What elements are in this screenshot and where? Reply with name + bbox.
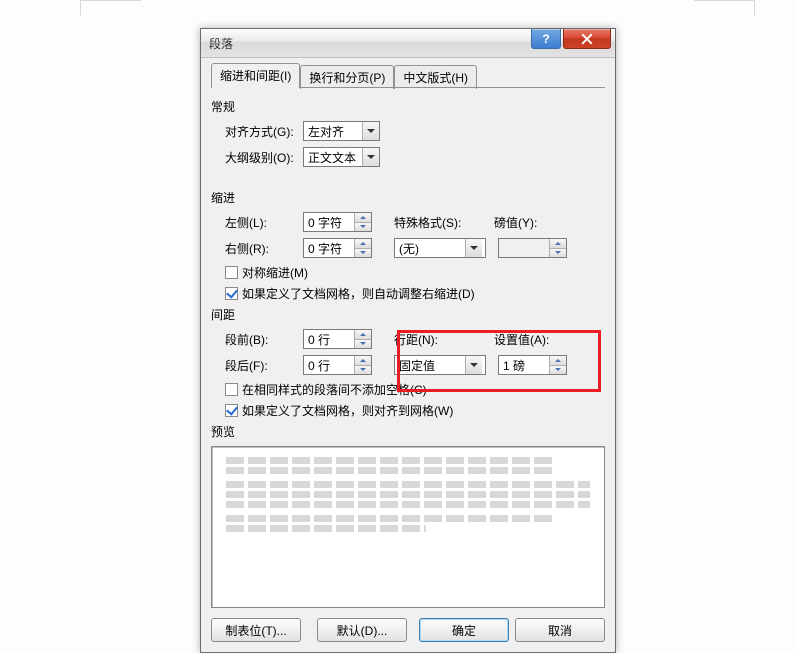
dialog-title: 段落 [209, 35, 233, 52]
chevron-down-icon [465, 356, 482, 374]
snap-to-grid-label: 如果定义了文档网格，则对齐到网格(W) [242, 402, 453, 419]
space-before-label: 段前(B): [225, 331, 303, 348]
close-icon [581, 33, 593, 45]
help-button[interactable]: ? [531, 29, 561, 49]
tab-line-page-breaks[interactable]: 换行和分页(P) [300, 65, 394, 89]
outline-level-label: 大纲级别(O): [225, 149, 303, 166]
tabstrip: 缩进和间距(I) 换行和分页(P) 中文版式(H) [211, 66, 605, 88]
no-space-same-style-label: 在相同样式的段落间不添加空格(C) [242, 381, 427, 398]
set-value-label: 设置值(A): [494, 331, 549, 348]
auto-adjust-right-indent-label: 如果定义了文档网格，则自动调整右缩进(D) [242, 285, 475, 302]
outline-level-combo[interactable]: 正文文本 [303, 147, 380, 167]
snap-to-grid-checkbox[interactable] [225, 404, 238, 417]
pounds-spin[interactable] [498, 238, 567, 258]
paragraph-dialog: 段落 ? 缩进和间距(I) 换行和分页(P) 中文版式(H) 常规 对齐方式(G… [200, 28, 616, 653]
space-after-spin[interactable]: 0 行 [303, 355, 372, 375]
tab-asian-typography[interactable]: 中文版式(H) [394, 65, 477, 89]
set-value-spin[interactable]: 1 磅 [498, 355, 567, 375]
section-indent: 缩进 [211, 189, 605, 206]
tab-indent-spacing[interactable]: 缩进和间距(I) [211, 63, 300, 88]
indent-left-label: 左侧(L): [225, 214, 303, 231]
tabstops-button[interactable]: 制表位(T)... [211, 618, 301, 642]
auto-adjust-right-indent-checkbox[interactable] [225, 287, 238, 300]
line-spacing-label: 行距(N): [394, 331, 482, 348]
indent-right-label: 右侧(R): [225, 240, 303, 257]
line-spacing-combo[interactable]: 固定值 [394, 355, 486, 375]
indent-left-spin[interactable]: 0 字符 [303, 212, 372, 232]
section-spacing: 间距 [211, 306, 605, 323]
no-space-same-style-checkbox[interactable] [225, 383, 238, 396]
space-before-spin[interactable]: 0 行 [303, 329, 372, 349]
mirror-indent-checkbox[interactable] [225, 266, 238, 279]
ok-button[interactable]: 确定 [419, 618, 509, 642]
close-button[interactable] [563, 29, 611, 49]
pounds-label: 磅值(Y): [494, 214, 537, 231]
cancel-button[interactable]: 取消 [515, 618, 605, 642]
space-after-label: 段后(F): [225, 357, 303, 374]
default-button[interactable]: 默认(D)... [317, 618, 407, 642]
mirror-indent-label: 对称缩进(M) [242, 264, 308, 281]
chevron-down-icon [362, 148, 379, 166]
chevron-down-icon [465, 239, 482, 257]
titlebar[interactable]: 段落 ? [201, 29, 615, 58]
section-preview: 预览 [211, 423, 605, 440]
chevron-down-icon [362, 122, 379, 140]
indent-right-spin[interactable]: 0 字符 [303, 238, 372, 258]
special-format-combo[interactable]: (无) [394, 238, 486, 258]
alignment-label: 对齐方式(G): [225, 123, 303, 140]
special-format-label: 特殊格式(S): [394, 214, 482, 231]
alignment-combo[interactable]: 左对齐 [303, 121, 380, 141]
preview-box [211, 446, 605, 608]
section-general: 常规 [211, 98, 605, 115]
